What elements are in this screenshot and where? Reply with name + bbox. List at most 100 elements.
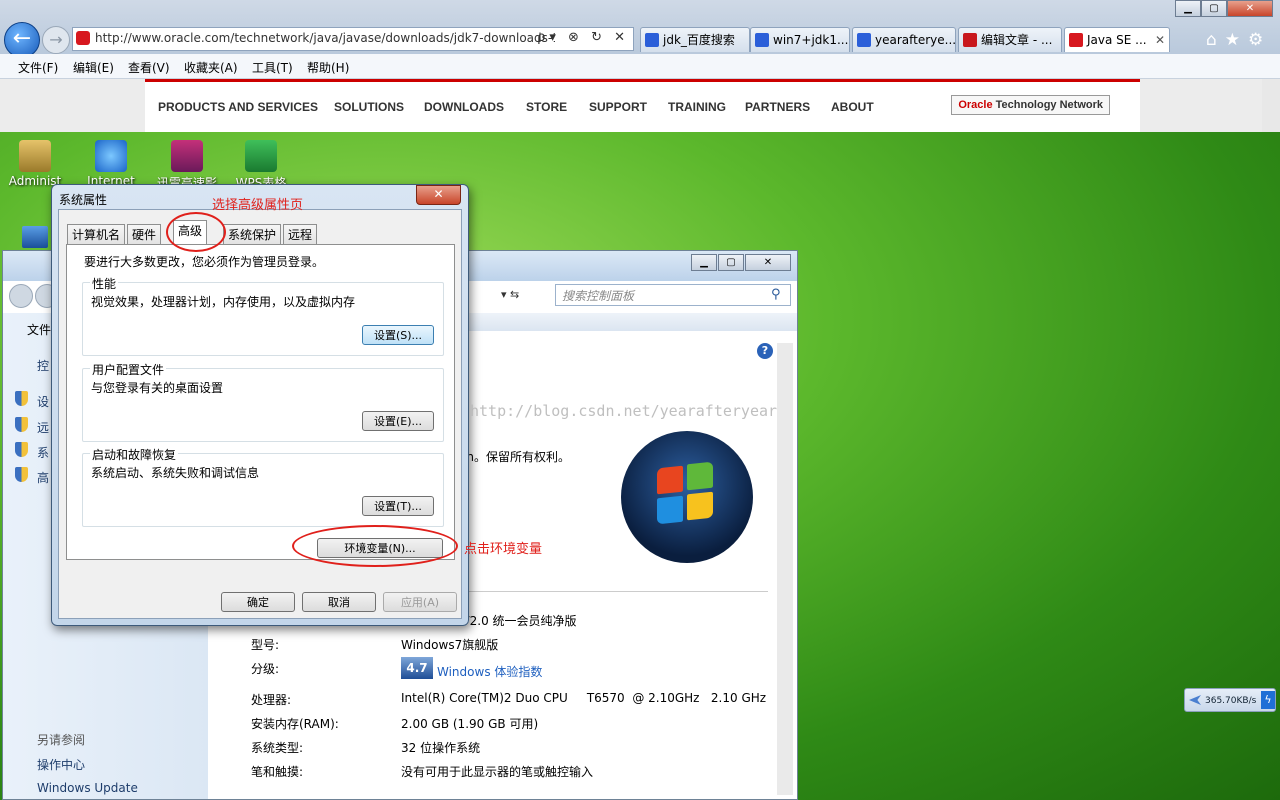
- annotation-select-tab: 选择高级属性页: [212, 198, 304, 213]
- menu-file[interactable]: 文件(F): [18, 59, 58, 76]
- browser-toolbar-icons[interactable]: ⌂★⚙: [1206, 30, 1271, 50]
- group-desc: 系统启动、系统失败和调试信息: [91, 466, 260, 480]
- tab-java-se[interactable]: Java SE ... ✕: [1064, 27, 1170, 52]
- tab-jdk-baidu[interactable]: jdk_百度搜索: [640, 27, 750, 52]
- menu-edit[interactable]: 编辑(E): [73, 59, 114, 76]
- menu-favorites[interactable]: 收藏夹(A): [184, 59, 238, 76]
- network-speed-widget[interactable]: 365.70KB/s ϟ: [1184, 688, 1276, 712]
- search-icon[interactable]: ⚲: [771, 287, 781, 302]
- search-input[interactable]: 搜索控制面板: [555, 284, 791, 306]
- maximize-icon[interactable]: ▢: [1201, 0, 1227, 17]
- advanced-tab-panel: 要进行大多数更改，您必须作为管理员登录。 性能 视觉效果，处理器计划，内存使用，…: [66, 244, 455, 560]
- menu-view[interactable]: 查看(V): [128, 59, 170, 76]
- lightning-icon: ϟ: [1261, 691, 1275, 709]
- close-tab-icon[interactable]: ✕: [1155, 28, 1165, 52]
- maximize-icon[interactable]: ▢: [718, 254, 744, 271]
- address-url[interactable]: http://www.oracle.com/technetwork/java/j…: [95, 31, 555, 45]
- sidebar-item-device-manager[interactable]: 设: [37, 393, 49, 410]
- favorites-star-icon[interactable]: ★: [1225, 30, 1248, 50]
- desktop-icon-admin[interactable]: Administ: [0, 140, 70, 188]
- windows-update-link[interactable]: Windows Update: [37, 781, 138, 795]
- back-arrow-icon[interactable]: [9, 284, 33, 308]
- desktop-icon-ie[interactable]: Internet: [76, 140, 146, 188]
- gear-icon[interactable]: ⚙: [1248, 30, 1271, 50]
- forward-arrow-icon[interactable]: →: [42, 26, 70, 54]
- close-icon[interactable]: ✕: [416, 185, 461, 205]
- shield-icon: [15, 467, 28, 482]
- apply-button[interactable]: 应用(A): [383, 592, 457, 612]
- shield-icon: [15, 417, 28, 432]
- windows-logo-icon: [621, 431, 753, 563]
- group-desc: 视觉效果，处理器计划，内存使用，以及虚拟内存: [91, 295, 356, 309]
- blog-watermark: http://blog.csdn.net/yearafteryear: [470, 402, 778, 420]
- cp-scrollbar[interactable]: [777, 343, 793, 795]
- otn-text: Technology Network: [995, 99, 1103, 111]
- nav-partners[interactable]: PARTNERS: [745, 100, 810, 114]
- tab-remote[interactable]: 远程: [283, 224, 318, 245]
- group-user-profiles: 用户配置文件 与您登录有关的桌面设置 设置(E)...: [82, 361, 444, 442]
- performance-settings-button[interactable]: 设置(S)...: [362, 325, 434, 345]
- nav-store[interactable]: STORE: [526, 100, 567, 114]
- tab-system-protection[interactable]: 系统保护: [223, 224, 282, 245]
- minimize-icon[interactable]: ▁: [1175, 0, 1201, 17]
- sidebar-item-remote[interactable]: 远: [37, 419, 49, 436]
- experience-index-link[interactable]: Windows 体验指数: [437, 663, 542, 680]
- page-scrollbar[interactable]: [1262, 79, 1280, 132]
- chevron-down-icon[interactable]: ▾: [501, 288, 507, 301]
- baidu-paw-icon: [645, 33, 659, 47]
- cancel-button[interactable]: 取消: [302, 592, 376, 612]
- group-desc: 与您登录有关的桌面设置: [91, 381, 224, 395]
- annotation-click-env: 点击环境变量: [464, 542, 543, 557]
- tab-win7-jdk[interactable]: win7+jdk1....: [750, 27, 850, 52]
- ok-button[interactable]: 确定: [221, 592, 295, 612]
- address-bar[interactable]: http://www.oracle.com/technetwork/java/j…: [72, 27, 634, 51]
- nav-about[interactable]: ABOUT: [831, 100, 874, 114]
- row-label-pen: 笔和触摸:: [251, 765, 304, 779]
- breadcrumb-controls[interactable]: ▾ ⇆: [501, 284, 543, 306]
- tab-yearafteryear[interactable]: yearafterye...: [852, 27, 956, 52]
- help-icon[interactable]: ?: [757, 343, 773, 359]
- minimize-icon[interactable]: ▁: [691, 254, 717, 271]
- nav-solutions[interactable]: SOLUTIONS: [334, 100, 404, 114]
- tab-hardware[interactable]: 硬件: [127, 224, 162, 245]
- action-center-link[interactable]: 操作中心: [37, 756, 85, 773]
- tab-label: yearafterye...: [875, 33, 956, 47]
- row-label-model: 型号:: [251, 638, 280, 652]
- computer-icon[interactable]: [22, 226, 48, 248]
- close-icon[interactable]: ✕: [745, 254, 791, 271]
- sidebar-item-advanced[interactable]: 高: [37, 469, 49, 486]
- tab-label: Java SE ...: [1087, 33, 1147, 47]
- sidebar-item-system-protection[interactable]: 系: [37, 444, 49, 461]
- address-tools[interactable]: ρ▾ ⊗ ↻ ✕: [537, 30, 629, 45]
- row-label-ram: 安装内存(RAM):: [251, 717, 339, 731]
- network-speed-text: 365.70KB/s: [1205, 696, 1257, 706]
- nav-training[interactable]: TRAINING: [668, 100, 726, 114]
- sidebar-control-panel-home[interactable]: 控: [37, 357, 49, 374]
- row-value-ram: 2.00 GB (1.90 GB 可用): [401, 717, 539, 731]
- nav-support[interactable]: SUPPORT: [589, 100, 647, 114]
- oracle-nav-bar: PRODUCTS AND SERVICES SOLUTIONS DOWNLOAD…: [145, 79, 1140, 132]
- row-label-rating: 分级:: [251, 662, 280, 676]
- admin-note: 要进行大多数更改，您必须作为管理员登录。: [84, 255, 325, 269]
- nav-downloads[interactable]: DOWNLOADS: [424, 100, 504, 114]
- otn-link[interactable]: Oracle Technology Network: [951, 95, 1110, 115]
- back-arrow-icon[interactable]: ←: [4, 22, 40, 58]
- profiles-settings-button[interactable]: 设置(E)...: [362, 411, 434, 431]
- nav-products[interactable]: PRODUCTS AND SERVICES: [158, 100, 318, 114]
- tab-label: win7+jdk1....: [773, 33, 850, 47]
- dialog-title: 系统属性: [59, 193, 108, 207]
- refresh-icon[interactable]: ⇆: [510, 288, 519, 301]
- menu-help[interactable]: 帮助(H): [307, 59, 349, 76]
- close-window-icon[interactable]: ✕: [1227, 0, 1273, 17]
- menu-tools[interactable]: 工具(T): [252, 59, 293, 76]
- home-icon[interactable]: ⌂: [1206, 30, 1225, 50]
- row-value-pen: 没有可用于此显示器的笔或触控输入: [401, 765, 594, 779]
- sidebar-file[interactable]: 文件: [27, 321, 51, 338]
- xunlei-player-icon: [171, 140, 203, 172]
- user-folder-icon: [19, 140, 51, 172]
- tab-computer-name[interactable]: 计算机名: [67, 224, 126, 245]
- startup-settings-button[interactable]: 设置(T)...: [362, 496, 434, 516]
- tab-edit-article[interactable]: 编辑文章 - ...: [958, 27, 1062, 52]
- row-value-type: 32 位操作系统: [401, 741, 481, 755]
- row-label-type: 系统类型:: [251, 741, 304, 755]
